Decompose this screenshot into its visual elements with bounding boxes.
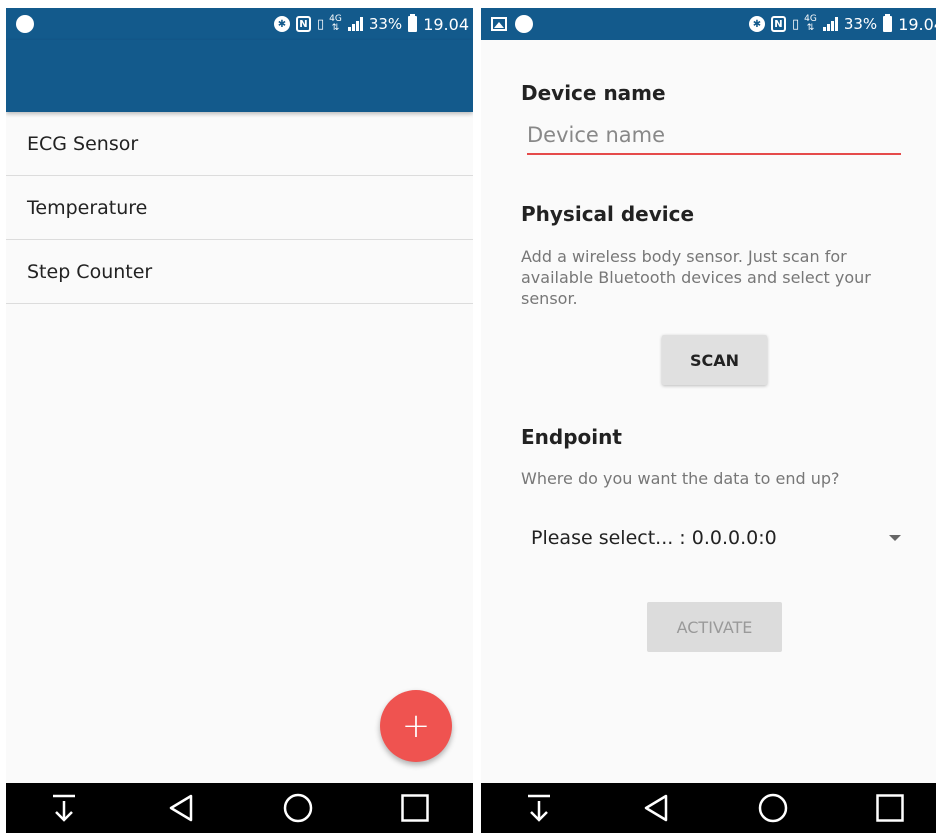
battery-icon <box>408 14 418 32</box>
back-button[interactable] <box>636 788 676 828</box>
scan-button[interactable]: SCAN <box>662 335 767 385</box>
device-name-input[interactable] <box>527 120 901 155</box>
device-list-screen: ✱ N ▯ 4G ⇅ 33% 19.04 ECG Sensor Temperatu… <box>6 8 473 833</box>
endpoint-description: Where do you want the data to end up? <box>521 469 840 488</box>
network-type-icon: 4G ⇅ <box>329 14 342 33</box>
physical-device-title: Physical device <box>521 202 695 226</box>
endpoint-selected-value: Please select... : 0.0.0.0:0 <box>531 527 777 549</box>
bluetooth-icon: ✱ <box>748 16 765 32</box>
signal-icon <box>347 17 363 31</box>
plus-icon: + <box>401 706 431 746</box>
recents-icon <box>875 794 904 822</box>
status-time: 19.04 <box>423 14 469 34</box>
activate-button[interactable]: ACTIVATE <box>647 602 782 652</box>
app-bar <box>6 40 473 112</box>
endpoint-select[interactable]: Please select... : 0.0.0.0:0 <box>531 518 901 558</box>
endpoint-title: Endpoint <box>521 425 622 449</box>
battery-icon <box>883 14 893 32</box>
home-icon <box>283 793 313 823</box>
bluetooth-icon: ✱ <box>273 16 290 32</box>
image-notification-icon <box>491 17 507 31</box>
home-button[interactable] <box>278 788 318 828</box>
arrow-down-icon <box>53 794 76 822</box>
notification-pull-button[interactable] <box>44 788 84 828</box>
physical-device-description: Add a wireless body sensor. Just scan fo… <box>521 247 871 308</box>
battery-percent: 33% <box>843 15 878 33</box>
navigation-bar <box>6 783 473 833</box>
list-item-label: ECG Sensor <box>27 132 139 155</box>
list-item-label: Temperature <box>27 196 148 219</box>
list-item-ecg-sensor[interactable]: ECG Sensor <box>6 112 473 176</box>
vibrate-icon: ▯ <box>316 16 324 32</box>
dropdown-arrow-icon <box>889 535 901 541</box>
device-list: ECG Sensor Temperature Step Counter <box>6 112 473 304</box>
status-bar: ✱ N ▯ 4G⇅ 33% 19.04 <box>481 8 936 40</box>
home-icon <box>758 793 788 823</box>
list-item-temperature[interactable]: Temperature <box>6 176 473 240</box>
back-icon <box>644 794 668 822</box>
back-button[interactable] <box>161 788 201 828</box>
arrow-down-icon <box>528 794 551 822</box>
device-name-title: Device name <box>521 81 666 105</box>
network-type-icon: 4G ⇅ <box>804 14 817 33</box>
status-bar: ✱ N ▯ 4G⇅ 33% 19.04 <box>6 8 473 40</box>
notification-pull-button[interactable] <box>519 788 559 828</box>
list-item-label: Step Counter <box>27 260 153 283</box>
add-device-screen: ✱ N ▯ 4G⇅ 33% 19.04 Device name Physical… <box>481 8 936 833</box>
back-icon <box>169 794 193 822</box>
signal-icon <box>822 17 838 31</box>
list-item-step-counter[interactable]: Step Counter <box>6 240 473 304</box>
vibrate-icon: ▯ <box>791 16 799 32</box>
recents-button[interactable] <box>395 788 435 828</box>
battery-percent: 33% <box>368 15 403 33</box>
nfc-icon: N <box>770 16 786 32</box>
status-time: 19.04 <box>898 14 936 34</box>
nfc-icon: N <box>295 16 311 32</box>
notification-dot-icon <box>16 15 34 33</box>
recents-button[interactable] <box>870 788 910 828</box>
home-button[interactable] <box>753 788 793 828</box>
recents-icon <box>400 794 429 822</box>
add-device-button[interactable]: + <box>380 690 452 762</box>
navigation-bar <box>481 783 936 833</box>
notification-dot-icon <box>515 15 533 33</box>
